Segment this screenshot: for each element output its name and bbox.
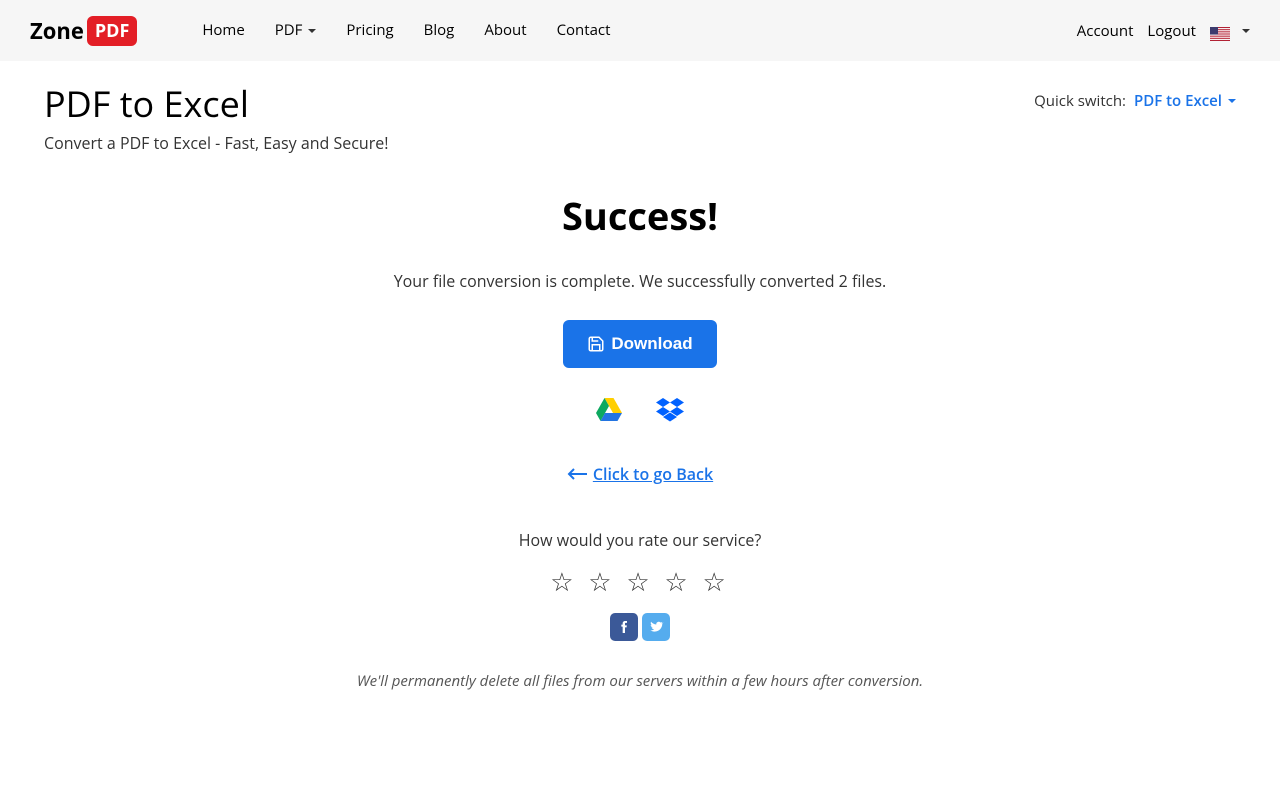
success-heading: Success! [0, 190, 1280, 242]
star-5[interactable]: ☆ [703, 563, 730, 599]
rate-prompt: How would you rate our service? [0, 529, 1280, 551]
rating-stars: ☆ ☆ ☆ ☆ ☆ [0, 563, 1280, 599]
main-content: Success! Your file conversion is complet… [0, 154, 1280, 691]
page-header: PDF to Excel Convert a PDF to Excel - Fa… [0, 61, 1280, 154]
nav-contact[interactable]: Contact [542, 0, 626, 61]
back-link[interactable]: Click to go Back [567, 463, 713, 485]
nav-home[interactable]: Home [187, 0, 259, 61]
nav-pricing[interactable]: Pricing [331, 0, 408, 61]
page-title: PDF to Excel [44, 79, 388, 128]
social-share [0, 613, 1280, 641]
nav-blog[interactable]: Blog [409, 0, 470, 61]
save-icon [587, 335, 605, 353]
facebook-share[interactable] [610, 613, 638, 641]
quick-switch-dropdown[interactable]: PDF to Excel [1134, 91, 1236, 111]
cloud-save-options [0, 398, 1280, 427]
twitter-share[interactable] [642, 613, 670, 641]
language-selector[interactable] [1210, 24, 1250, 38]
download-button[interactable]: Download [563, 320, 716, 368]
top-navbar: Zone PDF Home PDF Pricing Blog About Con… [0, 0, 1280, 61]
arrow-left-icon [567, 468, 587, 480]
download-label: Download [611, 334, 692, 354]
caret-down-icon [1228, 99, 1236, 103]
caret-down-icon [1242, 29, 1250, 33]
star-2[interactable]: ☆ [588, 563, 615, 599]
account-link[interactable]: Account [1077, 21, 1134, 41]
star-4[interactable]: ☆ [664, 563, 691, 599]
logo-badge: PDF [87, 16, 138, 46]
logo[interactable]: Zone PDF [30, 16, 137, 46]
caret-down-icon [308, 29, 316, 33]
logo-text: Zone [30, 16, 84, 46]
quick-switch-label: Quick switch: [1034, 91, 1126, 111]
twitter-icon [648, 619, 664, 635]
back-link-label: Click to go Back [593, 463, 713, 485]
delete-notice: We'll permanently delete all files from … [0, 671, 1280, 691]
success-message: Your file conversion is complete. We suc… [0, 270, 1280, 292]
header-right: Account Logout [1077, 21, 1250, 41]
flag-us-icon [1210, 24, 1230, 38]
quick-switch: Quick switch: PDF to Excel [1034, 91, 1236, 111]
star-1[interactable]: ☆ [550, 563, 577, 599]
star-3[interactable]: ☆ [626, 563, 653, 599]
dropbox-icon[interactable] [656, 398, 684, 427]
nav-pdf-dropdown[interactable]: PDF [260, 0, 332, 61]
page-subtitle: Convert a PDF to Excel - Fast, Easy and … [44, 132, 388, 154]
main-nav: Home PDF Pricing Blog About Contact [187, 0, 625, 61]
quick-switch-value: PDF to Excel [1134, 91, 1222, 111]
facebook-icon [616, 619, 632, 635]
google-drive-icon[interactable] [596, 398, 622, 427]
nav-about[interactable]: About [469, 0, 541, 61]
logout-link[interactable]: Logout [1147, 21, 1196, 41]
nav-pdf-label: PDF [275, 0, 303, 61]
